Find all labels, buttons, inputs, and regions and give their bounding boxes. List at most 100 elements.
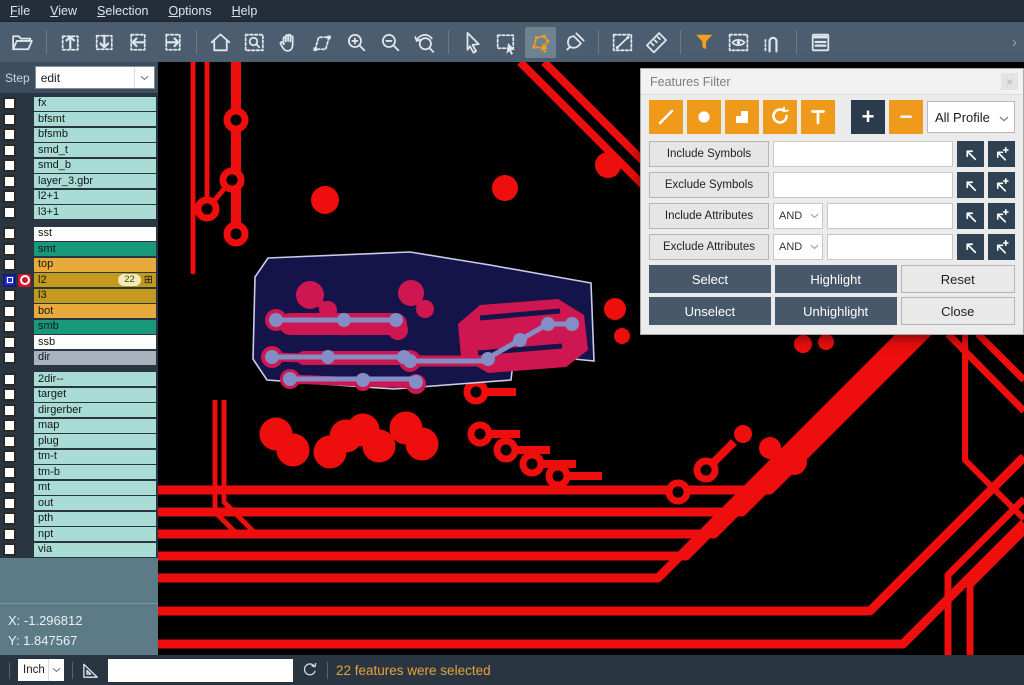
- layer-visibility-checkbox[interactable]: [3, 159, 16, 172]
- pick-add-button[interactable]: [988, 172, 1015, 198]
- layer-row[interactable]: l2 22 ⊞: [0, 273, 158, 289]
- clear-brush-button[interactable]: [559, 27, 590, 58]
- menu-view[interactable]: View: [50, 4, 77, 18]
- units-select[interactable]: Inch: [18, 659, 64, 681]
- layer-row[interactable]: smb ⊞: [0, 319, 158, 335]
- layer-row[interactable]: layer_3.gbr ⊞: [0, 174, 158, 190]
- polarity-positive-button[interactable]: +: [851, 100, 885, 134]
- reset-button[interactable]: Reset: [901, 265, 1015, 293]
- layer-row[interactable]: ssb ⊞: [0, 335, 158, 351]
- select-polygon-button[interactable]: [525, 27, 556, 58]
- layer-row[interactable]: mt ⊞: [0, 480, 158, 496]
- layer-row[interactable]: npt ⊞: [0, 527, 158, 543]
- select-rectangle-button[interactable]: [491, 27, 522, 58]
- pick-add-button[interactable]: [988, 141, 1015, 167]
- refresh-icon[interactable]: [301, 661, 319, 679]
- layer-visibility-checkbox[interactable]: [3, 243, 16, 256]
- filter-row-input[interactable]: [827, 234, 953, 260]
- layer-table-button[interactable]: [805, 27, 836, 58]
- menu-options[interactable]: Options: [168, 4, 211, 18]
- filter-row-input[interactable]: [827, 203, 953, 229]
- layer-row[interactable]: out ⊞: [0, 496, 158, 512]
- layer-visibility-checkbox[interactable]: [3, 97, 16, 110]
- layer-visibility-checkbox[interactable]: [3, 419, 16, 432]
- and-or-select[interactable]: AND: [773, 203, 823, 229]
- menu-file[interactable]: File: [10, 4, 30, 18]
- filter-row-input[interactable]: [773, 141, 953, 167]
- menu-help[interactable]: Help: [232, 4, 258, 18]
- layer-row[interactable]: bfsmt ⊞: [0, 112, 158, 128]
- open-file-button[interactable]: [7, 27, 38, 58]
- pan-hand-button[interactable]: [273, 27, 304, 58]
- layer-visibility-checkbox[interactable]: [3, 466, 16, 479]
- layer-row[interactable]: sst ⊞: [0, 226, 158, 242]
- layer-row[interactable]: bot ⊞: [0, 304, 158, 320]
- corner-measure-icon[interactable]: [81, 661, 100, 680]
- pick-from-graphics-button[interactable]: [957, 172, 984, 198]
- menu-selection[interactable]: Selection: [97, 4, 148, 18]
- scroll-down-button[interactable]: [89, 27, 120, 58]
- layer-row[interactable]: tm-b ⊞: [0, 465, 158, 481]
- zoom-out-button[interactable]: [375, 27, 406, 58]
- layer-row[interactable]: map ⊞: [0, 418, 158, 434]
- layer-row[interactable]: dir ⊞: [0, 350, 158, 366]
- layer-visibility-checkbox[interactable]: [3, 227, 16, 240]
- filter-row-label-button[interactable]: Include Symbols: [649, 141, 769, 167]
- filter-row-label-button[interactable]: Exclude Symbols: [649, 172, 769, 198]
- layer-visibility-checkbox[interactable]: [3, 450, 16, 463]
- pick-from-graphics-button[interactable]: [957, 203, 984, 229]
- layer-visibility-checkbox[interactable]: [3, 144, 16, 157]
- layer-visibility-checkbox[interactable]: [3, 388, 16, 401]
- command-input[interactable]: [108, 659, 293, 682]
- layer-visibility-checkbox[interactable]: [3, 320, 16, 333]
- layer-row[interactable]: fx ⊞: [0, 96, 158, 112]
- layer-visibility-checkbox[interactable]: [3, 404, 16, 417]
- layer-visibility-checkbox[interactable]: [3, 497, 16, 510]
- layer-visibility-checkbox[interactable]: [3, 528, 16, 541]
- select-button[interactable]: Select: [649, 265, 771, 293]
- zoom-previous-button[interactable]: [409, 27, 440, 58]
- filter-arcs-button[interactable]: [763, 100, 797, 134]
- scroll-up-button[interactable]: [55, 27, 86, 58]
- layer-row[interactable]: l3 ⊞: [0, 288, 158, 304]
- select-pointer-button[interactable]: [457, 27, 488, 58]
- layer-row[interactable]: via ⊞: [0, 542, 158, 558]
- layer-row[interactable]: top ⊞: [0, 257, 158, 273]
- layer-row[interactable]: 2dir-- ⊞: [0, 372, 158, 388]
- layer-row[interactable]: l2+1 ⊞: [0, 189, 158, 205]
- scroll-right-button[interactable]: [157, 27, 188, 58]
- layer-visibility-checkbox[interactable]: [3, 206, 16, 219]
- dialog-title-bar[interactable]: Features Filter ×: [641, 69, 1023, 95]
- layer-visibility-checkbox[interactable]: [3, 435, 16, 448]
- features-filter-button[interactable]: [689, 27, 720, 58]
- highlight-button[interactable]: Highlight: [775, 265, 897, 293]
- layer-visibility-checkbox[interactable]: [3, 258, 16, 271]
- and-or-select[interactable]: AND: [773, 234, 823, 260]
- filter-row-label-button[interactable]: Include Attributes: [649, 203, 769, 229]
- filter-lines-button[interactable]: [649, 100, 683, 134]
- filter-row-input[interactable]: [773, 172, 953, 198]
- layer-row[interactable]: tm-t ⊞: [0, 449, 158, 465]
- zoom-in-button[interactable]: [341, 27, 372, 58]
- layer-row[interactable]: pth ⊞: [0, 511, 158, 527]
- unselect-button[interactable]: Unselect: [649, 297, 771, 325]
- home-view-button[interactable]: [205, 27, 236, 58]
- step-select[interactable]: edit: [35, 66, 155, 89]
- filter-row-label-button[interactable]: Exclude Attributes: [649, 234, 769, 260]
- layer-visibility-checkbox[interactable]: [3, 512, 16, 525]
- pick-from-graphics-button[interactable]: [957, 234, 984, 260]
- pick-add-button[interactable]: [988, 234, 1015, 260]
- polarity-negative-button[interactable]: −: [889, 100, 923, 134]
- layer-visibility-checkbox[interactable]: [3, 175, 16, 188]
- layer-visibility-checkbox[interactable]: [3, 373, 16, 386]
- layer-row[interactable]: l3+1 ⊞: [0, 205, 158, 221]
- view-eye-button[interactable]: [723, 27, 754, 58]
- layer-visibility-checkbox[interactable]: [3, 336, 16, 349]
- layer-visibility-checkbox[interactable]: [3, 351, 16, 364]
- filter-text-button[interactable]: [801, 100, 835, 134]
- close-button[interactable]: Close: [901, 297, 1015, 325]
- profile-select[interactable]: All Profile: [927, 101, 1015, 133]
- measure-distance-button[interactable]: [607, 27, 638, 58]
- snap-magnet-button[interactable]: [757, 27, 788, 58]
- unhighlight-button[interactable]: Unhighlight: [775, 297, 897, 325]
